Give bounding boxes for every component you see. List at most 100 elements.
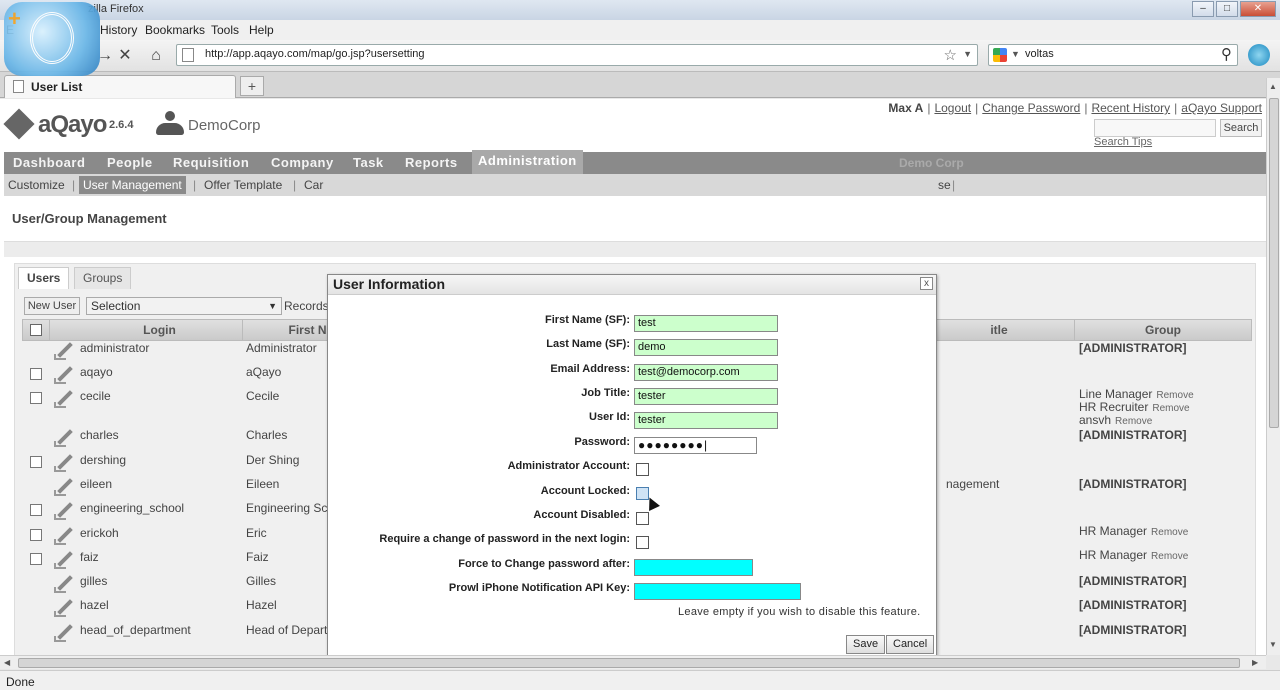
col-group[interactable]: Group [1075, 320, 1251, 340]
col-title[interactable]: itle [923, 320, 1075, 340]
search-icon[interactable]: ⚲ [1221, 45, 1232, 63]
first-name-field[interactable]: test [634, 315, 778, 332]
selection-dropdown[interactable]: Selection ▼ [86, 297, 282, 315]
remove-group-link[interactable]: Remove [1151, 551, 1188, 562]
require-password-change-checkbox[interactable] [636, 536, 649, 549]
edit-icon[interactable] [54, 364, 74, 384]
admin-account-checkbox[interactable] [636, 463, 649, 476]
user-id-field[interactable]: tester [634, 412, 778, 429]
cell-login[interactable]: gilles [80, 574, 107, 588]
browser-search-box[interactable]: ▼ voltas ⚲ [988, 44, 1238, 66]
force-password-change-field[interactable] [634, 559, 753, 576]
app-search-input[interactable] [1094, 119, 1216, 137]
edit-icon[interactable] [54, 525, 74, 545]
cell-login[interactable]: administrator [80, 341, 149, 355]
menu-bookmarks[interactable]: Bookmarks [145, 23, 205, 37]
nav-task[interactable]: Task [353, 152, 384, 174]
new-tab-button[interactable]: + [240, 76, 264, 96]
support-link[interactable]: aQayo Support [1181, 101, 1262, 115]
search-engine-dropdown-icon[interactable]: ▼ [1011, 49, 1020, 59]
edit-icon[interactable] [54, 388, 74, 408]
cell-login[interactable]: dershing [80, 453, 126, 467]
row-checkbox[interactable] [30, 529, 42, 541]
scroll-left-icon[interactable]: ◀ [4, 658, 10, 667]
edit-icon[interactable] [54, 476, 74, 496]
menu-tools[interactable]: Tools [211, 23, 239, 37]
subnav-partial[interactable]: se [938, 178, 951, 192]
app-search-button[interactable]: Search [1220, 119, 1262, 137]
edit-icon[interactable] [54, 549, 74, 569]
change-password-link[interactable]: Change Password [982, 101, 1080, 115]
cell-login[interactable]: hazel [80, 598, 109, 612]
close-icon[interactable]: x [920, 277, 933, 290]
edit-icon[interactable] [54, 622, 74, 642]
url-dropdown-icon[interactable]: ▼ [963, 49, 972, 59]
nav-requisition[interactable]: Requisition [173, 152, 249, 174]
scroll-down-icon[interactable]: ▼ [1269, 640, 1277, 649]
email-field[interactable]: test@democorp.com [634, 364, 778, 381]
row-checkbox[interactable] [30, 392, 42, 404]
nav-dashboard[interactable]: Dashboard [13, 152, 85, 174]
edit-icon[interactable] [54, 597, 74, 617]
horizontal-scroll-thumb[interactable] [18, 658, 1240, 668]
cell-login[interactable]: charles [80, 428, 119, 442]
menu-history[interactable]: History [100, 23, 137, 37]
tab-groups[interactable]: Groups [74, 267, 132, 289]
logout-link[interactable]: Logout [934, 101, 971, 115]
select-all-checkbox[interactable] [30, 324, 42, 336]
edit-icon[interactable] [54, 427, 74, 447]
password-field[interactable]: ●●●●●●●●| [634, 437, 757, 454]
cell-login[interactable]: cecile [80, 389, 111, 403]
subnav-car[interactable]: Car [304, 178, 323, 192]
row-checkbox[interactable] [30, 456, 42, 468]
new-user-button[interactable]: New User [24, 297, 80, 315]
addon-icon[interactable] [1248, 44, 1270, 66]
subnav-user-management[interactable]: User Management [79, 176, 186, 194]
google-icon[interactable] [993, 48, 1007, 62]
stop-icon[interactable]: ✕ [114, 46, 136, 66]
tab-users[interactable]: Users [18, 267, 70, 289]
vertical-scrollbar[interactable]: ▲ ▼ [1266, 78, 1280, 655]
cell-login[interactable]: head_of_department [80, 623, 191, 637]
row-checkbox[interactable] [30, 553, 42, 565]
subnav-customize[interactable]: Customize [8, 178, 65, 192]
subnav-offer-template[interactable]: Offer Template [204, 178, 282, 192]
nav-company[interactable]: Company [271, 152, 334, 174]
horizontal-scrollbar[interactable]: ◀ ▶ [0, 655, 1266, 669]
url-bar[interactable]: http://app.aqayo.com/map/go.jsp?usersett… [176, 44, 978, 66]
home-icon[interactable]: ⌂ [145, 46, 167, 66]
cell-login[interactable]: erickoh [80, 526, 119, 540]
remove-group-link[interactable]: Remove [1152, 403, 1189, 414]
vertical-scroll-thumb[interactable] [1269, 98, 1279, 428]
scroll-right-icon[interactable]: ▶ [1252, 658, 1258, 667]
recent-history-link[interactable]: Recent History [1091, 101, 1170, 115]
minimize-icon[interactable]: – [1192, 1, 1214, 17]
search-tips-link[interactable]: Search Tips [1094, 136, 1152, 148]
edit-icon[interactable] [54, 340, 74, 360]
cell-login[interactable]: engineering_school [80, 501, 184, 515]
job-title-field[interactable]: tester [634, 388, 778, 405]
edit-icon[interactable] [54, 452, 74, 472]
prowl-api-key-field[interactable] [634, 583, 801, 600]
col-login[interactable]: Login [77, 320, 243, 340]
close-window-icon[interactable]: ✕ [1240, 1, 1276, 17]
row-checkbox[interactable] [30, 504, 42, 516]
save-button[interactable]: Save [846, 635, 886, 654]
cell-login[interactable]: aqayo [80, 365, 113, 379]
edit-icon[interactable] [54, 573, 74, 593]
cell-login[interactable]: eileen [80, 477, 112, 491]
maximize-icon[interactable]: □ [1216, 1, 1238, 17]
row-checkbox[interactable] [30, 368, 42, 380]
cell-login[interactable]: faiz [80, 550, 99, 564]
last-name-field[interactable]: demo [634, 339, 778, 356]
edit-icon[interactable] [54, 500, 74, 520]
nav-people[interactable]: People [107, 152, 153, 174]
bookmark-star-icon[interactable]: ☆ [944, 46, 957, 64]
remove-group-link[interactable]: Remove [1151, 527, 1188, 538]
scroll-up-icon[interactable]: ▲ [1269, 82, 1277, 91]
cancel-button[interactable]: Cancel [886, 635, 935, 654]
tab-user-list[interactable]: User List [4, 75, 236, 98]
menu-help[interactable]: Help [249, 23, 274, 37]
nav-administration[interactable]: Administration [472, 150, 583, 174]
account-disabled-checkbox[interactable] [636, 512, 649, 525]
